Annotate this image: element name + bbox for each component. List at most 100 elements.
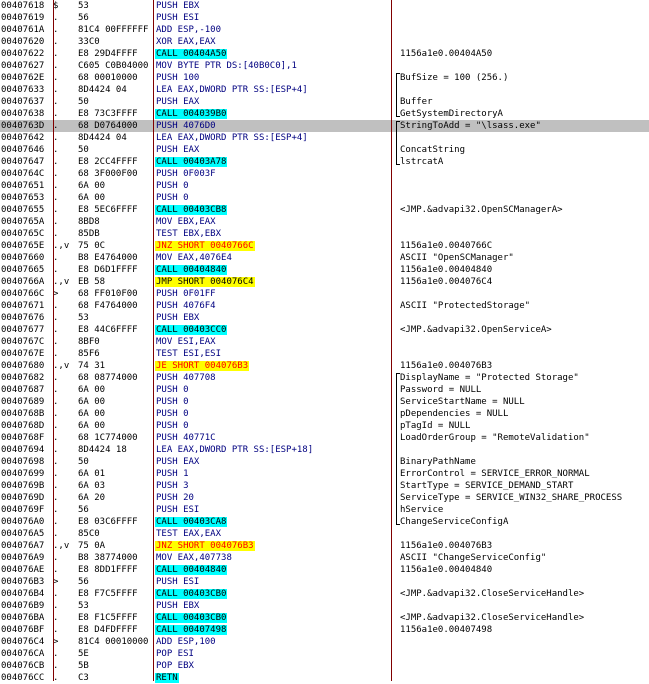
disasm-row[interactable]: 004076CA. 5E POP ESI: [0, 648, 649, 660]
disasm-row[interactable]: 00407698. 50 PUSH EAX BinaryPathName: [0, 456, 649, 468]
row-address: 0040768F: [1, 433, 45, 443]
disasm-row[interactable]: 004076A9. B8 38774000 MOV EAX,407738 ASCII …: [0, 552, 649, 564]
disasm-row[interactable]: 00407687. 6A 00 PUSH 0 Password = NULL: [0, 384, 649, 396]
disasm-row[interactable]: 004076B4. E8 F7C5FFFF CALL 00403CB0 <JMP.&a…: [0, 588, 649, 600]
disasm-row[interactable]: 00407646. 50 PUSH EAX ConcatString: [0, 144, 649, 156]
disasm-row[interactable]: 00407680 .,v 74 31 JE SHORT 004076B3 1156a1e…: [0, 360, 649, 372]
row-disassembly-cell: PUSH 0: [155, 396, 389, 408]
disasm-row[interactable]: 0040761A. 81C4 00FFFFFF ADD ESP,-100: [0, 24, 649, 36]
disasm-row[interactable]: 004076A5. 85C0 TEST EAX,EAX: [0, 528, 649, 540]
row-comment: Password = NULL: [400, 385, 482, 395]
disasm-row[interactable]: 004076A0. E8 03C6FFFF CALL 00403CA8 ChangeS…: [0, 516, 649, 528]
disasm-row[interactable]: 00407619. 56 PUSH ESI: [0, 12, 649, 24]
row-comment: [400, 192, 648, 204]
column-divider: [391, 0, 392, 681]
disasm-row[interactable]: 00407682. 68 08774000 PUSH 407708 DisplayNa…: [0, 372, 649, 384]
row-flow-marker: .: [53, 481, 59, 491]
row-instruction: CALL 00404840: [155, 565, 228, 575]
disasm-row[interactable]: 00407637. 50 PUSH EAX Buffer: [0, 96, 649, 108]
row-instruction: PUSH 20: [156, 493, 194, 503]
disasm-row[interactable]: 0040769B. 6A 03 PUSH 3 StartType = SERVICE_…: [0, 480, 649, 492]
row-flow-marker: .: [53, 445, 59, 455]
row-disassembly-cell: MOV EAX,4076E4: [155, 252, 389, 264]
row-flow-marker: .: [53, 661, 59, 671]
disasm-row[interactable]: 00407699. 6A 01 PUSH 1 ErrorControl = SERVI…: [0, 468, 649, 480]
row-instruction: CALL 004039B0: [155, 109, 228, 119]
disasm-row[interactable]: 004076BF. E8 D4FDFFFF CALL 00407498 1156a1e…: [0, 624, 649, 636]
row-address: 00407622: [1, 49, 45, 59]
row-flow-marker: .: [53, 97, 59, 107]
disasm-row[interactable]: 00407642. 8D4424 04 LEA EAX,DWORD PTR SS:[…: [0, 132, 649, 144]
disasm-row[interactable]: 0040769F. 56 PUSH ESI hService: [0, 504, 649, 516]
call-args-bracket: [396, 373, 400, 525]
row-flow-marker: .: [53, 649, 59, 659]
disasm-row[interactable]: 00407660. B8 E4764000 MOV EAX,4076E4 ASCII …: [0, 252, 649, 264]
row-address: 0040762E: [1, 73, 45, 83]
row-hex-bytes: E8 D6D1FFFF: [78, 265, 138, 275]
disasm-row[interactable]: 0040763D. 68 D0764000 PUSH 4076D0 StringToA…: [0, 120, 649, 132]
disasm-row[interactable]: 0040768F. 68 1C774000 PUSH 40771C LoadOrder…: [0, 432, 649, 444]
row-disassembly-cell: PUSH 0: [155, 192, 389, 204]
row-comment: ASCII "ProtectedStorage": [400, 301, 531, 311]
disasm-row[interactable]: 004076AE. E8 8DD1FFFF CALL 00404840 1156a1e…: [0, 564, 649, 576]
row-flow-marker: .,v: [53, 361, 70, 371]
disasm-row[interactable]: 00407689. 6A 00 PUSH 0 ServiceStartName = N…: [0, 396, 649, 408]
disasm-row[interactable]: 0040766C >68 FF010F00 PUSH 0F01FF: [0, 288, 649, 300]
disasm-row[interactable]: 00407671. 68 F4764000 PUSH 4076F4 ASCII "Pr…: [0, 300, 649, 312]
disasm-row[interactable]: 00407633. 8D4424 04 LEA EAX,DWORD PTR SS:[…: [0, 84, 649, 96]
disasm-row[interactable]: 004076B9. 53 PUSH EBX: [0, 600, 649, 612]
disasm-row[interactable]: 0040767E. 85F6 TEST ESI,ESI: [0, 348, 649, 360]
disasm-row[interactable]: 00407618 $53 PUSH EBX: [0, 0, 649, 12]
row-disassembly-cell: PUSH EAX: [155, 96, 389, 108]
disasm-row[interactable]: 00407622. E8 29D4FFFF CALL 00404A50 1156a1e…: [0, 48, 649, 60]
disasm-row[interactable]: 0040766A .,v EB 58 JMP SHORT 004076C4 1156a1…: [0, 276, 649, 288]
row-comment: BinaryPathName: [400, 457, 476, 467]
disasm-row[interactable]: 004076B3 >56 PUSH ESI: [0, 576, 649, 588]
disasm-row[interactable]: 00407620. 33C0 XOR EAX,EAX: [0, 36, 649, 48]
disasm-row[interactable]: 0040767C. 8BF0 MOV ESI,EAX: [0, 336, 649, 348]
disasm-row[interactable]: 00407647. E8 2CC4FFFF CALL 00403A78 lstrcat…: [0, 156, 649, 168]
disasm-row[interactable]: 0040765A. 8BD8 MOV EBX,EAX: [0, 216, 649, 228]
disasm-row[interactable]: 0040765E .,v 75 0C JNZ SHORT 0040766C 1156a1…: [0, 240, 649, 252]
row-hex-bytes: 6A 00: [78, 421, 106, 431]
disasm-row[interactable]: 004076CC. C3 RETN: [0, 672, 649, 684]
row-disassembly-cell: PUSH 100: [155, 72, 389, 84]
disasm-row[interactable]: 00407651. 6A 00 PUSH 0: [0, 180, 649, 192]
row-address: 00407660: [1, 253, 45, 263]
row-address: 00407638: [1, 109, 45, 119]
disasm-row[interactable]: 0040762E. 68 00010000 PUSH 100 BufSize = 10…: [0, 72, 649, 84]
row-disassembly-cell: MOV ESI,EAX: [155, 336, 389, 348]
disasm-row[interactable]: 004076A7 .,v 75 0A JNZ SHORT 004076B3 1156a1…: [0, 540, 649, 552]
disasm-row[interactable]: 00407694. 8D4424 18 LEA EAX,DWORD PTR SS:[…: [0, 444, 649, 456]
row-hex-bytes: 68 F4764000: [78, 301, 138, 311]
disasm-row[interactable]: 004076C4 >81C4 00010000 ADD ESP,100: [0, 636, 649, 648]
row-address: 00407677: [1, 325, 45, 335]
row-hex-bytes: 8D4424 18: [78, 445, 127, 455]
disasm-row[interactable]: 004076BA. E8 F1C5FFFF CALL 00403CB0 <JMP.&a…: [0, 612, 649, 624]
row-hex-bytes: 85DB: [78, 229, 100, 239]
disasm-row[interactable]: 00407676. 53 PUSH EBX: [0, 312, 649, 324]
disasm-row[interactable]: 0040769D. 6A 20 PUSH 20 ServiceType = SERVI…: [0, 492, 649, 504]
row-instruction: PUSH 0: [156, 385, 189, 395]
row-disassembly-cell: CALL 00403CC0: [155, 324, 389, 336]
disasm-row[interactable]: 0040768B. 6A 00 PUSH 0 pDependencies = NULL: [0, 408, 649, 420]
disasm-row[interactable]: 00407638. E8 73C3FFFF CALL 004039B0 GetSyst…: [0, 108, 649, 120]
row-instruction: CALL 00403CC0: [155, 325, 228, 335]
row-flow-marker: .: [53, 433, 59, 443]
disasm-row[interactable]: 004076CB. 5B POP EBX: [0, 660, 649, 672]
disasm-row[interactable]: 0040764C. 68 3F000F00 PUSH 0F003F: [0, 168, 649, 180]
row-instruction: PUSH 4076D0: [156, 121, 216, 131]
disasm-row[interactable]: 00407653. 6A 00 PUSH 0: [0, 192, 649, 204]
disasm-row[interactable]: 00407665. E8 D6D1FFFF CALL 00404840 1156a1e…: [0, 264, 649, 276]
disasm-row[interactable]: 00407627. C605 C0B04000 MOV BYTE PTR DS:[4…: [0, 60, 649, 72]
disasm-row[interactable]: 0040768D. 6A 00 PUSH 0 pTagId = NULL: [0, 420, 649, 432]
disasm-row[interactable]: 00407655. E8 5EC6FFFF CALL 00403CB8 <JMP.&a…: [0, 204, 649, 216]
row-hex-bytes: 53: [78, 1, 89, 11]
row-comment: [400, 12, 648, 24]
disassembly-listing[interactable]: 004076CC. C3 RETN 004076CB. 5B POP EBX 004076C…: [0, 0, 649, 684]
row-disassembly-cell: PUSH EBX: [155, 312, 389, 324]
row-disassembly-cell: CALL 00404A50: [155, 48, 389, 60]
disasm-row[interactable]: 0040765C. 85DB TEST EBX,EBX: [0, 228, 649, 240]
row-hex-bytes: 85C0: [78, 529, 100, 539]
disasm-row[interactable]: 00407677. E8 44C6FFFF CALL 00403CC0 <JMP.&a…: [0, 324, 649, 336]
